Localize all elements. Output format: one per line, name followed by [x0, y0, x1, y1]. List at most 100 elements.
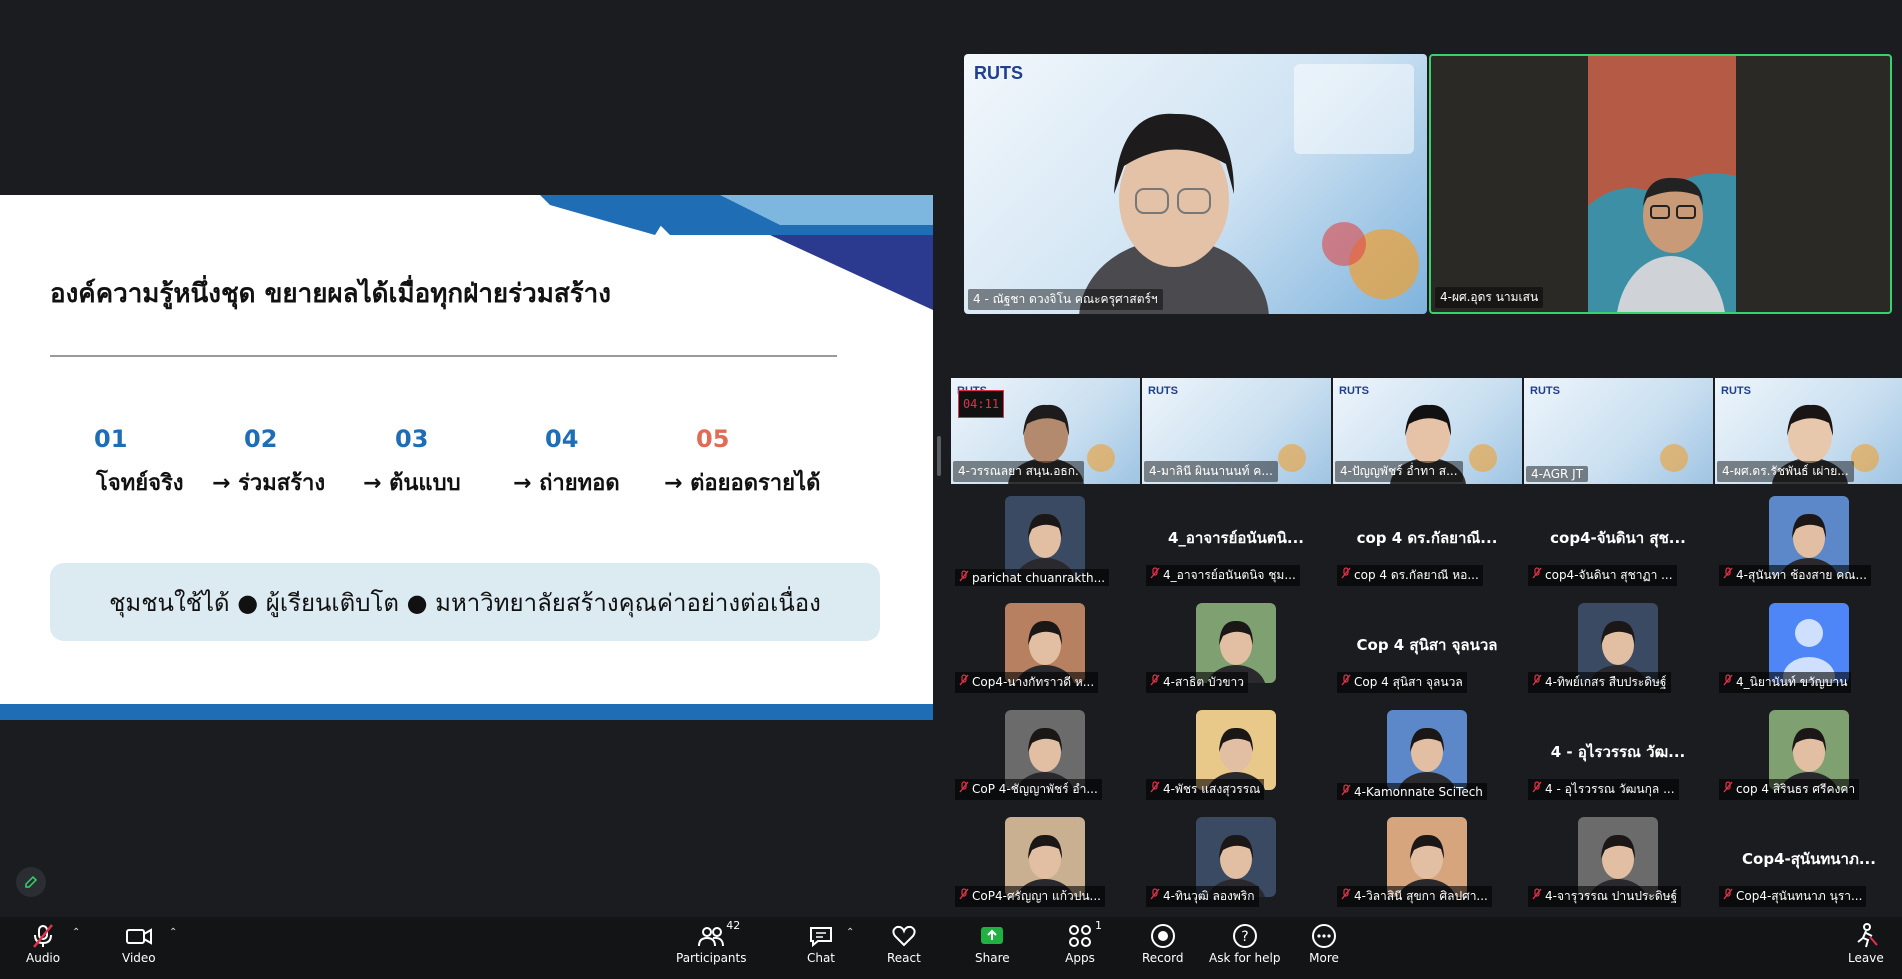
strip-video-tile[interactable]: RUTS 4-ปัญญพัชร์ อ่ำทา ส...	[1333, 378, 1522, 484]
muted-mic-icon	[1341, 888, 1351, 900]
leave-button[interactable]: Leave	[1848, 921, 1884, 965]
muted-mic-icon	[1150, 781, 1160, 793]
participant-name: 4_นิยานันท์ ขวัญบาน	[1736, 675, 1848, 689]
participant-name: Cop4-สุนันทนาภ นุรา...	[1736, 889, 1863, 903]
step-number: 03	[395, 425, 429, 453]
leave-icon	[1857, 923, 1878, 948]
gallery-tile[interactable]: cop4-จันดินา สุช... cop4-จันดินา สุชาฏา .…	[1524, 494, 1712, 592]
participant-name: 4_อาจารย์อนันตนิจ ชุม...	[1163, 568, 1296, 582]
muted-mic-icon	[1341, 674, 1351, 686]
video-button[interactable]: Video	[122, 921, 156, 965]
gallery-tile[interactable]: CoP 4-ชัญญาพัชร์ อำ...	[951, 708, 1139, 806]
video-options-caret[interactable]: ⌃	[169, 927, 177, 938]
heart-icon	[892, 925, 916, 947]
strip-video-tile[interactable]: RUTS 4-มาลินี ผินนานนท์ ค...	[1142, 378, 1331, 484]
step-label: → ต้นแบบ	[363, 471, 461, 496]
splitter-handle[interactable]	[937, 436, 941, 476]
muted-mic-icon	[33, 924, 54, 948]
record-label: Record	[1142, 951, 1184, 965]
gallery-tile[interactable]: 4_อาจารย์อนันตนิ... 4_อาจารย์อนันตนิจ ชุม…	[1142, 494, 1330, 592]
default-avatar-icon	[1783, 619, 1835, 683]
participant-label: cop4-จันดินา สุชาฏา ...	[1528, 565, 1677, 586]
avatar	[1005, 817, 1085, 897]
gallery-tile[interactable]: 4-Kamonnate SciTech	[1333, 708, 1521, 806]
audio-button[interactable]: Audio	[26, 921, 60, 965]
gallery-tile[interactable]: 4-พัชร แสงสุวรรณ	[1142, 708, 1330, 806]
gallery-tile[interactable]: cop 4 ดร.กัลยาณี... cop 4 ดร.กัลยาณี หอ..…	[1333, 494, 1521, 592]
participant-name: 4-ผศ.อุดร นามเสน	[1435, 287, 1544, 308]
gallery-tile[interactable]: CoP4-ศรัญญา แก้วปน...	[951, 815, 1139, 913]
strip-video-tile[interactable]: RUTS 4-AGR JT	[1524, 378, 1713, 484]
participant-name: 4-วรรณลยา สนฺน.อธก.	[953, 461, 1084, 482]
chat-button[interactable]: Chat	[806, 921, 836, 965]
participant-display-name: Cop 4 สุนิสา จุลนวล	[1356, 636, 1498, 654]
more-label: More	[1309, 951, 1339, 965]
gallery-tile[interactable]: 4-สาธิต บัวขาว	[1142, 601, 1330, 699]
avatar	[1387, 710, 1467, 790]
gallery-tile[interactable]: Cop 4 สุนิสา จุลนวล Cop 4 สุนิสา จุลนวล	[1333, 601, 1521, 699]
participant-label: 4-ทิพย์เกสร สืบประดิษฐ์	[1528, 672, 1671, 693]
participant-name: cop4-จันดินา สุชาฏา ...	[1545, 568, 1673, 582]
muted-mic-icon	[959, 570, 969, 582]
gallery-tile[interactable]: 4-ทิพย์เกสร สืบประดิษฐ์	[1524, 601, 1712, 699]
more-button[interactable]: More	[1309, 921, 1339, 965]
timer-badge: 04:11	[958, 390, 1004, 418]
participant-name: 4 - อุไรวรรณ วัฒนกุล ...	[1545, 782, 1675, 796]
gallery-tile[interactable]: Cop4-นางกัทราวดี ห...	[951, 601, 1139, 699]
gallery-tile[interactable]: 4-จารุวรรณ ปานประดิษฐ์	[1524, 815, 1712, 913]
step-label: → ร่วมสร้าง	[212, 471, 326, 496]
avatar	[1387, 817, 1467, 897]
strip-video-tile[interactable]: RUTS 4-ผศ.ดร.รัชพันธ์ เผ่าย...	[1715, 378, 1902, 484]
avatar	[1578, 817, 1658, 897]
annotate-button[interactable]	[16, 867, 46, 897]
participant-name: 4 - ณัฐชา ดวงจิโน คณะครุศาสตร์ฯ	[968, 289, 1163, 310]
gallery-tile[interactable]: Cop4-สุนันทนาภ... Cop4-สุนันทนาภ นุรา...	[1715, 815, 1902, 913]
avatar	[1005, 496, 1085, 576]
participant-name: 4-สาธิต บัวขาว	[1163, 675, 1244, 689]
participant-name: cop 4 สิรินธร ศรีคงคา	[1736, 782, 1856, 796]
apps-count: 1	[1095, 919, 1102, 932]
share-button[interactable]: Share	[975, 921, 1010, 965]
apps-icon	[1069, 925, 1091, 947]
step-number: 02	[244, 425, 278, 453]
chat-options-caret[interactable]: ⌃	[846, 927, 854, 938]
muted-mic-icon	[1341, 784, 1351, 796]
video-tile[interactable]: RUTS 4 - ณัฐชา ดวงจิโน คณะครุศาสตร์ฯ	[964, 54, 1427, 314]
svg-text:RUTS: RUTS	[974, 63, 1023, 83]
step-label: → ต่อยอดรายได้	[664, 471, 821, 496]
avatar	[1769, 603, 1849, 683]
gallery-tile[interactable]: 4-วิลาสินี สุขกา ศิลปศา...	[1333, 815, 1521, 913]
participant-display-name: cop4-จันดินา สุช...	[1550, 529, 1686, 547]
avatar	[1769, 710, 1849, 790]
avatar	[1005, 710, 1085, 790]
help-icon: ?	[1232, 924, 1257, 948]
gallery-tile[interactable]: 4-ทินวุฒิ ลองพริก	[1142, 815, 1330, 913]
participant-name: CoP4-ศรัญญา แก้วปน...	[972, 889, 1101, 903]
gallery-tile[interactable]: parichat chuanrakth...	[951, 494, 1139, 592]
participant-photo	[1206, 834, 1266, 897]
svg-text:RUTS: RUTS	[1339, 385, 1369, 397]
video-feed	[1588, 56, 1736, 312]
participant-label: cop 4 ดร.กัลยาณี หอ...	[1337, 565, 1483, 586]
svg-text:RUTS: RUTS	[1721, 385, 1751, 397]
participant-label: Cop4-สุนันทนาภ นุรา...	[1719, 886, 1867, 907]
participant-photo	[1397, 834, 1457, 897]
audio-options-caret[interactable]: ⌃	[72, 927, 80, 938]
record-button[interactable]: Record	[1142, 921, 1183, 965]
participant-display-name: 4 - อุไรวรรณ วัฒ...	[1550, 743, 1686, 761]
react-label: React	[887, 951, 921, 965]
participant-photo	[1015, 834, 1075, 897]
participants-button[interactable]: 42 Participants	[676, 919, 747, 965]
gallery-tile[interactable]: cop 4 สิรินธร ศรีคงคา	[1715, 708, 1902, 806]
apps-button[interactable]: 1 Apps	[1065, 919, 1102, 965]
step-label: → ถ่ายทอด	[513, 471, 620, 496]
react-button[interactable]: React	[887, 921, 921, 965]
ask-for-help-button[interactable]: ? Ask for help	[1209, 921, 1280, 965]
gallery-tile[interactable]: 4_นิยานันท์ ขวัญบาน	[1715, 601, 1902, 699]
participant-label: cop 4 สิรินธร ศรีคงคา	[1719, 779, 1860, 800]
muted-mic-icon	[1532, 781, 1542, 793]
gallery-tile[interactable]: 4 - อุไรวรรณ วัฒ... 4 - อุไรวรรณ วัฒนกุล …	[1524, 708, 1712, 806]
participants-count: 42	[726, 919, 741, 932]
gallery-tile[interactable]: 4-สุนันทา ช้องสาย คณ...	[1715, 494, 1902, 592]
active-speaker-tile[interactable]: 4-ผศ.อุดร นามเสน	[1429, 54, 1892, 314]
